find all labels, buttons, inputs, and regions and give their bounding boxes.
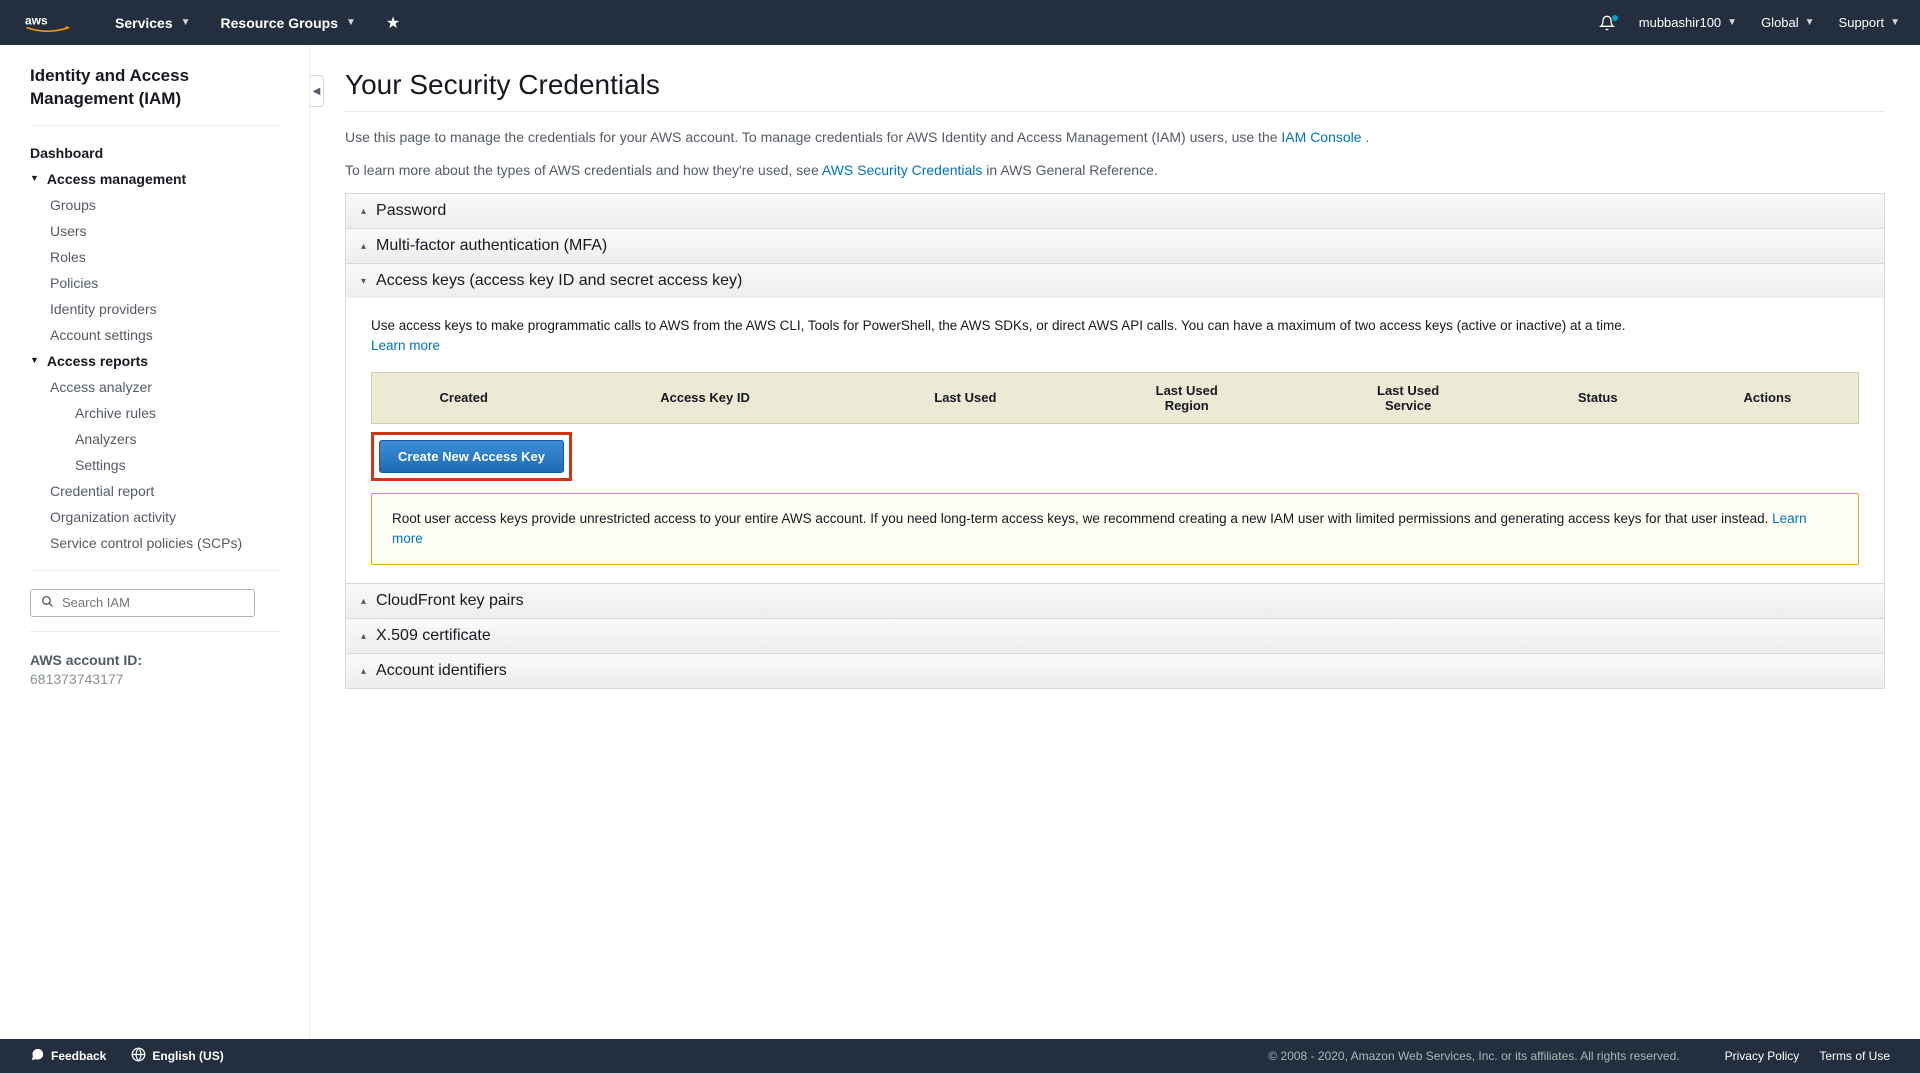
service-title: Identity and Access Management (IAM): [30, 65, 279, 111]
language-selector[interactable]: English (US): [131, 1047, 223, 1065]
accordion-cloudfront[interactable]: ▴CloudFront key pairs: [346, 584, 1884, 618]
sidebar-policies[interactable]: Policies: [50, 270, 279, 296]
sidebar-org-activity[interactable]: Organization activity: [50, 504, 279, 530]
sidebar-settings[interactable]: Settings: [75, 452, 279, 478]
sidebar-scps[interactable]: Service control policies (SCPs): [50, 530, 279, 556]
col-actions: Actions: [1677, 372, 1859, 423]
caret-up-icon: ▴: [361, 241, 366, 252]
learn-more-link[interactable]: Learn more: [371, 338, 440, 353]
support-menu[interactable]: Support ▼: [1839, 15, 1900, 30]
sidebar-analyzers[interactable]: Analyzers: [75, 426, 279, 452]
search-input-wrapper[interactable]: [30, 589, 255, 617]
sidebar-group-access-management[interactable]: ▼ Access management: [30, 166, 279, 192]
col-last-used: Last Used: [855, 372, 1076, 423]
services-label: Services: [115, 15, 173, 31]
username-label: mubbashir100: [1639, 15, 1721, 30]
chevron-down-icon: ▼: [1805, 17, 1815, 28]
chevron-down-icon: ▼: [1727, 17, 1737, 28]
caret-up-icon: ▴: [361, 666, 366, 677]
svg-text:aws: aws: [25, 14, 48, 28]
terms-link[interactable]: Terms of Use: [1819, 1049, 1890, 1063]
main-content: Your Security Credentials Use this page …: [310, 45, 1920, 1039]
root-key-warning: Root user access keys provide unrestrict…: [371, 493, 1859, 566]
credentials-accordion: ▴Password ▴Multi-factor authentication (…: [345, 193, 1885, 689]
caret-down-icon: ▼: [30, 173, 39, 183]
col-access-key-id: Access Key ID: [555, 372, 854, 423]
globe-icon: [131, 1047, 146, 1065]
support-label: Support: [1839, 15, 1885, 30]
pin-icon[interactable]: ★: [386, 13, 400, 33]
accordion-x509[interactable]: ▴X.509 certificate: [346, 619, 1884, 653]
sidebar-users[interactable]: Users: [50, 218, 279, 244]
resource-groups-menu[interactable]: Resource Groups ▼: [221, 15, 356, 31]
chevron-down-icon: ▼: [1890, 17, 1900, 28]
access-keys-table: Created Access Key ID Last Used Last Use…: [371, 372, 1859, 424]
accordion-account-identifiers[interactable]: ▴Account identifiers: [346, 654, 1884, 688]
search-input[interactable]: [62, 595, 244, 610]
sidebar-collapse-toggle[interactable]: ◀: [310, 75, 324, 107]
caret-up-icon: ▴: [361, 631, 366, 642]
col-last-used-region: Last UsedRegion: [1076, 372, 1297, 423]
create-key-highlight: Create New Access Key: [371, 432, 572, 481]
sidebar-dashboard[interactable]: Dashboard: [30, 140, 279, 166]
aws-security-credentials-link[interactable]: AWS Security Credentials: [822, 162, 983, 178]
accordion-mfa[interactable]: ▴Multi-factor authentication (MFA): [346, 229, 1884, 263]
col-created: Created: [372, 372, 556, 423]
create-access-key-button[interactable]: Create New Access Key: [379, 440, 564, 473]
page-title: Your Security Credentials: [345, 69, 1885, 101]
account-menu[interactable]: mubbashir100 ▼: [1639, 15, 1737, 30]
sidebar-group-access-reports[interactable]: ▼ Access reports: [30, 348, 279, 374]
caret-up-icon: ▴: [361, 596, 366, 607]
sidebar-identity-providers[interactable]: Identity providers: [50, 296, 279, 322]
notifications-icon[interactable]: [1599, 15, 1615, 31]
intro-paragraph-1: Use this page to manage the credentials …: [345, 127, 1885, 148]
sidebar-account-settings[interactable]: Account settings: [50, 322, 279, 348]
access-keys-description: Use access keys to make programmatic cal…: [371, 316, 1859, 357]
sidebar-roles[interactable]: Roles: [50, 244, 279, 270]
chevron-down-icon: ▼: [181, 17, 191, 28]
aws-logo[interactable]: aws: [20, 14, 75, 32]
copyright: © 2008 - 2020, Amazon Web Services, Inc.…: [1268, 1049, 1679, 1063]
services-menu[interactable]: Services ▼: [115, 15, 191, 31]
sidebar-access-analyzer[interactable]: Access analyzer: [50, 374, 279, 400]
resource-groups-label: Resource Groups: [221, 15, 338, 31]
sidebar: Identity and Access Management (IAM) Das…: [0, 45, 310, 1039]
accordion-access-keys[interactable]: ▾Access keys (access key ID and secret a…: [346, 264, 1884, 298]
col-status: Status: [1519, 372, 1677, 423]
search-icon: [41, 595, 54, 611]
region-menu[interactable]: Global ▼: [1761, 15, 1814, 30]
account-id-label: AWS account ID:: [30, 652, 279, 668]
caret-down-icon: ▾: [361, 276, 366, 287]
account-id-value: 681373743177: [30, 671, 279, 687]
intro-paragraph-2: To learn more about the types of AWS cre…: [345, 160, 1885, 181]
feedback-link[interactable]: Feedback: [30, 1047, 106, 1065]
sidebar-archive-rules[interactable]: Archive rules: [75, 400, 279, 426]
chat-icon: [30, 1047, 45, 1065]
sidebar-credential-report[interactable]: Credential report: [50, 478, 279, 504]
chevron-down-icon: ▼: [346, 17, 356, 28]
region-label: Global: [1761, 15, 1799, 30]
sidebar-groups[interactable]: Groups: [50, 192, 279, 218]
group-label: Access management: [47, 171, 186, 187]
iam-console-link[interactable]: IAM Console: [1281, 129, 1361, 145]
top-navigation: aws Services ▼ Resource Groups ▼ ★ mubba…: [0, 0, 1920, 45]
col-last-used-service: Last UsedService: [1297, 372, 1518, 423]
privacy-link[interactable]: Privacy Policy: [1725, 1049, 1800, 1063]
footer: Feedback English (US) © 2008 - 2020, Ama…: [0, 1039, 1920, 1073]
group-label: Access reports: [47, 353, 148, 369]
accordion-password[interactable]: ▴Password: [346, 194, 1884, 228]
caret-up-icon: ▴: [361, 206, 366, 217]
caret-down-icon: ▼: [30, 355, 39, 365]
